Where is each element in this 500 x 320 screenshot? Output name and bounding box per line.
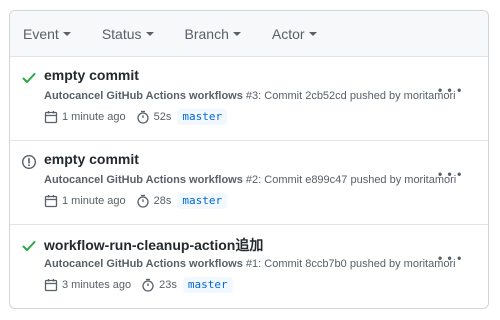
run-meta: 1 minute ago 28s master: [44, 193, 228, 209]
stopwatch-icon: [136, 194, 149, 208]
check-icon: [22, 73, 36, 83]
branch-badge[interactable]: master: [177, 109, 228, 125]
run-time: 3 minutes ago: [62, 279, 132, 291]
event-filter[interactable]: Event: [23, 26, 71, 42]
calendar-icon: [44, 279, 58, 292]
status-filter[interactable]: Status: [102, 26, 154, 42]
caret-down-icon: [308, 32, 317, 36]
calendar-icon: [44, 195, 58, 208]
run-detail: #3: Commit 2cb52cd pushed by moritamori: [245, 90, 456, 102]
status-filter-label: Status: [101, 25, 142, 42]
run-duration: 28s: [153, 195, 172, 207]
run-description: Autocancel GitHub Actions workflows #3: …: [44, 90, 456, 102]
run-title-link[interactable]: workflow-run-cleanup-action追加: [44, 235, 263, 255]
stop-circle-icon: [21, 154, 37, 170]
workflow-name: Autocancel GitHub Actions workflows: [44, 174, 243, 186]
run-detail: #2: Commit e899c47 pushed by moritamori: [245, 174, 457, 186]
workflow-runs-panel: Event Status Branch Actor empty commit A…: [9, 10, 489, 309]
workflow-run-row[interactable]: empty commit Autocancel GitHub Actions w…: [10, 141, 488, 225]
branch-filter-label: Branch: [184, 25, 229, 42]
run-duration: 23s: [159, 279, 177, 291]
actor-filter-label: Actor: [271, 25, 305, 42]
run-description: Autocancel GitHub Actions workflows #1: …: [44, 258, 456, 270]
run-duration: 52s: [153, 111, 172, 123]
filter-bar: Event Status Branch Actor: [10, 11, 488, 57]
branch-filter[interactable]: Branch: [185, 26, 241, 42]
run-description: Autocancel GitHub Actions workflows #2: …: [44, 174, 456, 186]
more-options-icon[interactable]: • • •: [438, 83, 462, 97]
caret-down-icon: [62, 32, 71, 36]
branch-badge[interactable]: master: [182, 277, 233, 293]
run-meta: 3 minutes ago 23s master: [44, 277, 233, 293]
stopwatch-icon: [136, 110, 149, 124]
run-title-link[interactable]: empty commit: [44, 67, 139, 83]
workflow-run-row[interactable]: empty commit Autocancel GitHub Actions w…: [10, 57, 488, 141]
more-options-icon[interactable]: • • •: [438, 167, 462, 181]
actor-filter[interactable]: Actor: [272, 26, 317, 42]
run-time: 1 minute ago: [62, 111, 126, 123]
run-time: 1 minute ago: [62, 195, 126, 207]
event-filter-label: Event: [23, 25, 59, 42]
caret-down-icon: [145, 32, 154, 36]
caret-down-icon: [232, 32, 241, 36]
branch-badge[interactable]: master: [177, 193, 228, 209]
stopwatch-icon: [142, 278, 154, 292]
workflow-run-row[interactable]: workflow-run-cleanup-action追加 Autocancel…: [10, 225, 488, 308]
workflow-name: Autocancel GitHub Actions workflows: [44, 258, 243, 270]
run-detail: #1: Commit 8ccb7b0 pushed by moritamori: [245, 258, 456, 270]
workflow-name: Autocancel GitHub Actions workflows: [44, 90, 243, 102]
calendar-icon: [44, 111, 58, 124]
more-options-icon[interactable]: • • •: [438, 251, 462, 265]
check-icon: [22, 241, 36, 251]
run-title-link[interactable]: empty commit: [44, 151, 139, 167]
run-meta: 1 minute ago 52s master: [44, 109, 228, 125]
